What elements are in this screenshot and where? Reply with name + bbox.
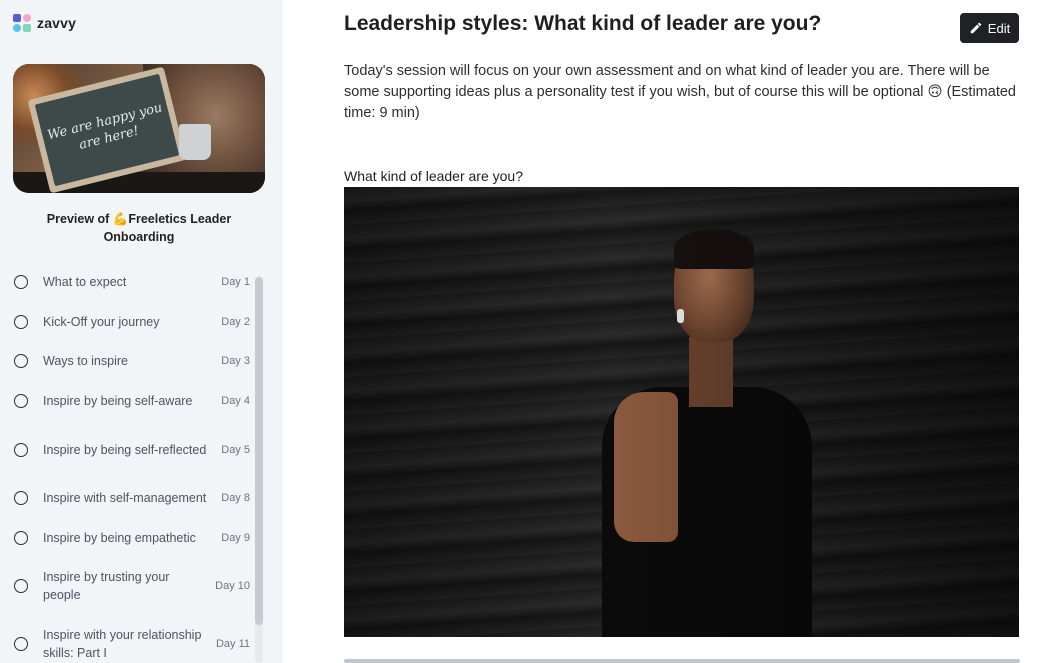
zavvy-logo-icon: [13, 14, 31, 32]
lesson-label: Inspire with self-management: [43, 491, 207, 505]
lesson-label: Inspire with your relationship skills: P…: [43, 628, 202, 660]
page-title: Leadership styles: What kind of leader a…: [344, 12, 822, 35]
edit-button-label: Edit: [987, 20, 1011, 36]
lesson-item[interactable]: Inspire by trusting your people Day 10: [0, 568, 252, 604]
lesson-day: Day 10: [215, 580, 250, 592]
lesson-label: Inspire by being self-reflected: [43, 443, 207, 457]
chalkboard-text: We are happy you are here!: [46, 100, 164, 153]
lesson-status-circle-icon: [14, 394, 28, 408]
course-title: Preview of 💪Freeletics Leader Onboarding: [46, 212, 232, 244]
section-heading: What kind of leader are you?: [344, 168, 523, 184]
lesson-day: Day 9: [221, 532, 250, 544]
lesson-label: Inspire by being self-aware: [43, 394, 193, 408]
truncated-paragraph: [344, 655, 1020, 663]
lesson-status-circle-icon: [14, 579, 28, 593]
main-content: Leadership styles: What kind of leader a…: [283, 0, 1060, 663]
lesson-item[interactable]: Inspire by being empathetic Day 9: [0, 529, 252, 547]
lesson-label: Inspire by trusting your people: [43, 570, 170, 602]
lesson-status-circle-icon: [14, 315, 28, 329]
lesson-status-circle-icon: [14, 354, 28, 368]
lesson-item[interactable]: Kick-Off your journey Day 2: [0, 313, 252, 331]
lesson-item[interactable]: Ways to inspire Day 3: [0, 352, 252, 370]
lesson-day: Day 3: [221, 355, 250, 367]
lesson-list-scrollbar-thumb[interactable]: [255, 277, 263, 625]
lesson-item[interactable]: Inspire by being self-reflected Day 5: [0, 432, 252, 468]
lesson-label: Kick-Off your journey: [43, 315, 160, 329]
pencil-icon: [970, 22, 982, 34]
app-logo[interactable]: zavvy: [13, 13, 76, 33]
lesson-list: What to expect Day 1 Kick-Off your journ…: [0, 263, 252, 663]
lesson-day: Day 4: [221, 395, 250, 407]
session-intro-text: Today's session will focus on your own a…: [344, 63, 1016, 121]
cup-image: [179, 124, 211, 160]
lesson-day: Day 11: [215, 638, 250, 650]
lesson-item[interactable]: Inspire with self-management Day 8: [0, 489, 252, 507]
lesson-label: Inspire by being empathetic: [43, 531, 196, 545]
leader-portrait-image: [344, 187, 1019, 637]
lesson-status-circle-icon: [14, 637, 28, 651]
course-cover-image: We are happy you are here!: [13, 64, 265, 193]
lesson-day: Day 2: [221, 316, 250, 328]
lesson-status-circle-icon: [14, 275, 28, 289]
lesson-status-circle-icon: [14, 531, 28, 545]
edit-button[interactable]: Edit: [960, 13, 1019, 43]
lesson-label: What to expect: [43, 275, 127, 289]
lesson-day: Day 5: [221, 444, 250, 456]
lesson-status-circle-icon: [14, 443, 28, 457]
lesson-item[interactable]: What to expect Day 1: [0, 273, 252, 291]
lesson-status-circle-icon: [14, 491, 28, 505]
lesson-day: Day 8: [221, 492, 250, 504]
lesson-item[interactable]: Inspire by being self-aware Day 4: [0, 392, 252, 410]
lesson-label: Ways to inspire: [43, 354, 128, 368]
lesson-item[interactable]: Inspire with your relationship skills: P…: [0, 626, 252, 662]
sidebar: zavvy We are happy you are here! Preview…: [0, 0, 283, 663]
lesson-day: Day 1: [221, 276, 250, 288]
logo-text: zavvy: [37, 15, 77, 31]
